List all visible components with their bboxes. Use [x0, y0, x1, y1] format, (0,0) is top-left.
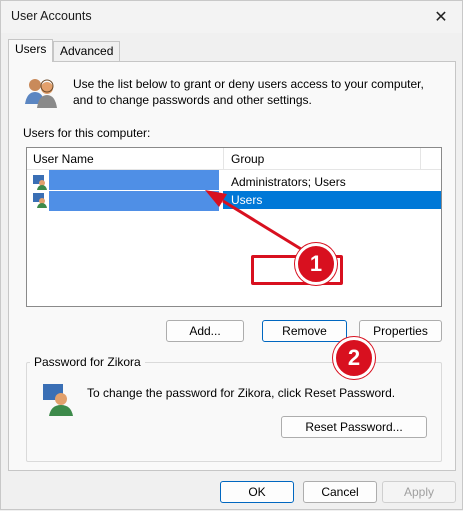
- users-listview[interactable]: User Name Group Administrators; Users Us…: [26, 147, 442, 307]
- user-icon: [33, 193, 47, 208]
- intro-line-2: and to change passwords and other settin…: [73, 93, 312, 107]
- column-divider[interactable]: [420, 148, 421, 170]
- user-accounts-dialog: User Accounts ✕ Users Advanced Use the l…: [0, 0, 463, 510]
- reset-password-button[interactable]: Reset Password...: [281, 416, 427, 438]
- user-group: Administrators; Users: [231, 175, 346, 189]
- remove-button-label: Remove: [282, 324, 327, 338]
- add-button-label: Add...: [189, 324, 221, 338]
- close-icon: ✕: [434, 9, 448, 26]
- callout-2: 2: [333, 337, 375, 379]
- table-row[interactable]: Administrators; Users: [27, 170, 441, 191]
- close-button[interactable]: ✕: [424, 3, 458, 31]
- redacted-user-name: [49, 170, 219, 190]
- callout-1-number: 1: [309, 251, 323, 276]
- intro-line-1: Use the list below to grant or deny user…: [73, 77, 424, 91]
- tab-advanced-label: Advanced: [60, 44, 114, 58]
- properties-button[interactable]: Properties: [359, 320, 442, 342]
- password-groupbox: [26, 362, 442, 462]
- reset-password-label: Reset Password...: [305, 420, 403, 434]
- apply-button-label: Apply: [403, 485, 435, 499]
- cancel-button-label: Cancel: [321, 485, 359, 499]
- remove-button[interactable]: Remove: [262, 320, 347, 342]
- column-user-name[interactable]: User Name: [33, 152, 94, 166]
- user-group: Users: [231, 193, 263, 207]
- user-icon: [33, 175, 47, 190]
- table-row[interactable]: Users: [27, 191, 441, 211]
- cancel-button[interactable]: Cancel: [303, 481, 377, 503]
- user-password-icon: [43, 384, 73, 416]
- apply-button[interactable]: Apply: [382, 481, 456, 503]
- users-icon: [25, 79, 57, 108]
- password-groupbox-title: Password for Zikora: [30, 355, 145, 369]
- add-button[interactable]: Add...: [166, 320, 244, 342]
- intro-text: Use the list below to grant or deny user…: [73, 76, 443, 108]
- users-list-label: Users for this computer:: [23, 126, 151, 140]
- users-tab-panel: Use the list below to grant or deny user…: [8, 61, 456, 471]
- callout-2-number: 2: [347, 345, 361, 370]
- tab-users[interactable]: Users: [8, 39, 54, 62]
- title-bar: User Accounts ✕: [1, 1, 462, 33]
- password-instructions: To change the password for Zikora, click…: [87, 386, 396, 400]
- ok-button[interactable]: OK: [220, 481, 294, 503]
- redacted-user-name: [49, 191, 219, 211]
- tab-advanced[interactable]: Advanced: [53, 41, 121, 61]
- column-divider[interactable]: [223, 148, 224, 170]
- column-group[interactable]: Group: [231, 152, 264, 166]
- window-title: User Accounts: [11, 9, 92, 23]
- tab-users-label: Users: [15, 42, 47, 56]
- listview-header: User Name Group: [27, 148, 441, 170]
- ok-button-label: OK: [248, 485, 266, 499]
- properties-button-label: Properties: [373, 324, 428, 338]
- callout-1: 1: [295, 243, 337, 285]
